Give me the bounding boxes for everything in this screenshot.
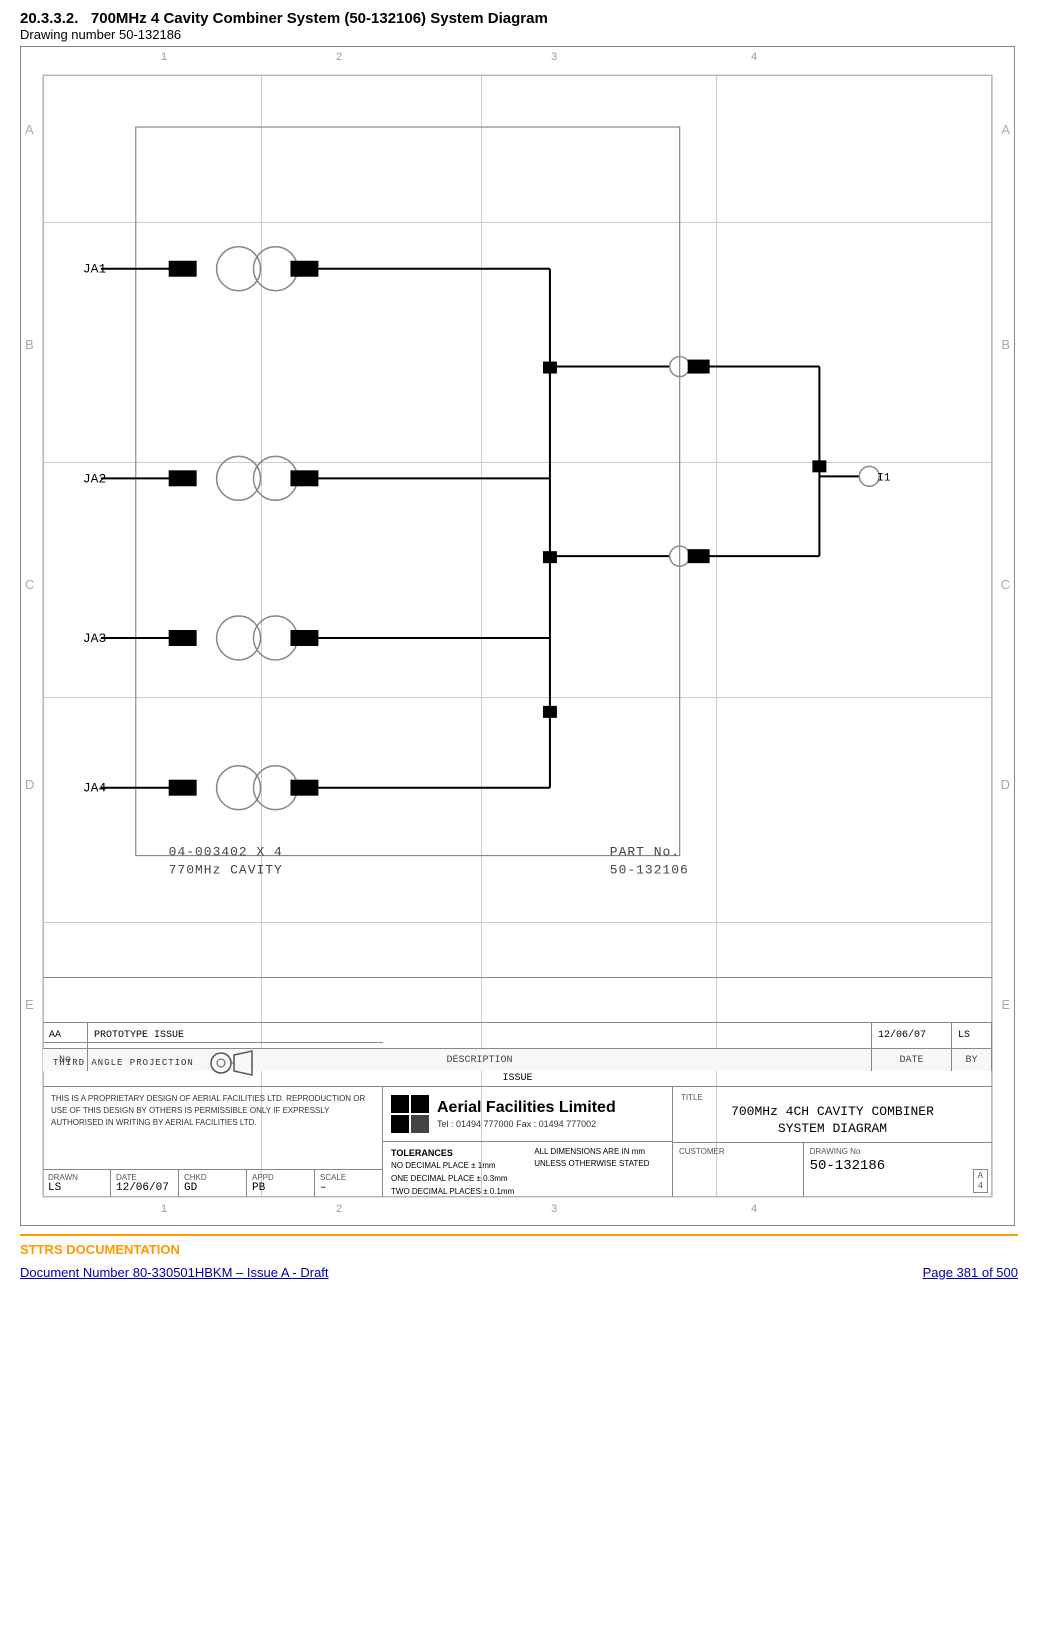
issue-date-cell: 12/06/07 [872, 1023, 952, 1048]
aerial-logo [391, 1095, 429, 1133]
drawing-no-cell: DRAWING No 50-132186 A 4 [804, 1143, 992, 1197]
tol3: TWO DECIMAL PLACES ± 0.1mm [391, 1186, 514, 1199]
date-value: 12/06/07 [116, 1182, 173, 1194]
title-block: AA PROTOTYPE ISSUE 12/06/07 LS No DESCRI… [43, 977, 992, 1197]
chkd-cell: CHKD GD [179, 1170, 247, 1197]
proprietary-text: THIS IS A PROPRIETARY DESIGN OF AERIAL F… [51, 1093, 374, 1129]
bottom-block: THIS IS A PROPRIETARY DESIGN OF AERIAL F… [43, 1087, 992, 1197]
section-number: 20.3.3.2. [20, 10, 78, 27]
dimensions-note: ALL DIMENSIONS ARE IN mm UNLESS OTHERWIS… [534, 1146, 654, 1199]
projection-text: THIRD ANGLE PROJECTION [53, 1058, 194, 1068]
document-number: Document Number 80-330501HBKM – Issue A … [20, 1265, 329, 1280]
drawn-row: DRAWN LS DATE 12/06/07 CHKD GD APPD [43, 1169, 383, 1197]
logo-square-black-2 [411, 1095, 429, 1113]
title-cell: TITLE 700MHz 4CH CAVITY COMBINER SYSTEM … [673, 1087, 992, 1143]
svg-text:04-003402 X 4: 04-003402 X 4 [169, 845, 283, 860]
issue-badge: A 4 [973, 1169, 988, 1193]
footer-bottom: Document Number 80-330501HBKM – Issue A … [20, 1265, 1018, 1280]
svg-text:50-132106: 50-132106 [610, 863, 689, 878]
appd-value: PB [252, 1182, 309, 1194]
chkd-value: GD [184, 1182, 241, 1194]
svg-text:JA2: JA2 [83, 471, 106, 486]
projection-block: THIRD ANGLE PROJECTION [43, 1042, 383, 1082]
svg-text:JA1: JA1 [83, 262, 107, 277]
title-label: TITLE [681, 1093, 984, 1102]
drawing-no-value: 50-132186 [810, 1158, 986, 1174]
svg-text:I1: I1 [877, 472, 891, 484]
appd-label: APPD [252, 1173, 309, 1182]
issue-header-date: DATE [872, 1049, 952, 1071]
aerial-text-block: Aerial Facilities Limited Tel : 01494 77… [437, 1099, 616, 1129]
appd-cell: APPD PB [247, 1170, 315, 1197]
scale-label: SCALE [320, 1173, 377, 1182]
customer-cell: CUSTOMER [673, 1143, 804, 1197]
aerial-logo-squares-bottom [391, 1115, 429, 1133]
svg-text:770MHz CAVITY: 770MHz CAVITY [169, 863, 283, 878]
svg-text:PART No.: PART No. [610, 845, 680, 860]
company-name: Aerial Facilities Limited [437, 1099, 616, 1117]
tolerances-title: TOLERANCES [391, 1146, 514, 1160]
drawing-no-label: DRAWING No [810, 1147, 986, 1156]
logo-square-black-1 [391, 1095, 409, 1113]
drawn-label: DRAWN [48, 1173, 105, 1182]
svg-text:JA4: JA4 [83, 781, 107, 796]
logo-square-black-3 [391, 1115, 409, 1133]
bottom-right-block: TITLE 700MHz 4CH CAVITY COMBINER SYSTEM … [672, 1087, 992, 1197]
scale-value: – [320, 1182, 377, 1194]
tol1: NO DECIMAL PLACE ± 1mm [391, 1160, 514, 1173]
logo-square-dark-4 [411, 1115, 429, 1133]
scale-cell: SCALE – [315, 1170, 383, 1197]
tolerances-block: TOLERANCES NO DECIMAL PLACE ± 1mm ONE DE… [383, 1142, 672, 1203]
aerial-block: Aerial Facilities Limited Tel : 01494 77… [383, 1087, 672, 1142]
title-line1: 700MHz 4CH CAVITY COMBINER [681, 1104, 984, 1119]
customer-label: CUSTOMER [679, 1147, 797, 1156]
drawing-area: 1 2 3 4 1 2 3 4 A B C D E A B C D E [20, 46, 1015, 1226]
tolerances-left: TOLERANCES NO DECIMAL PLACE ± 1mm ONE DE… [391, 1146, 514, 1199]
issue-badge-line2: 4 [978, 1181, 983, 1191]
page-container: 20.3.3.2. 700MHz 4 Cavity Combiner Syste… [0, 0, 1038, 1290]
sttrs-doc-label: STTRS DOCUMENTATION [20, 1242, 1018, 1257]
chkd-label: CHKD [184, 1173, 241, 1182]
title-line2: SYSTEM DIAGRAM [681, 1121, 984, 1136]
page-header: 20.3.3.2. 700MHz 4 Cavity Combiner Syste… [20, 10, 1018, 42]
issue-by-cell: LS [952, 1023, 992, 1048]
customer-drawing-row: CUSTOMER DRAWING No 50-132186 A 4 [673, 1143, 992, 1197]
section-heading: 700MHz 4 Cavity Combiner System (50-1321… [91, 10, 548, 27]
svg-text:JA3: JA3 [83, 631, 106, 646]
company-contact: Tel : 01494 777000 Fax : 01494 777002 [437, 1119, 616, 1129]
date-cell: DATE 12/06/07 [111, 1170, 179, 1197]
drawing-number: Drawing number 50-132186 [20, 27, 1018, 42]
drawn-cell: DRAWN LS [43, 1170, 111, 1197]
issue-header-by: BY [952, 1049, 992, 1071]
issue-badge-line1: A [978, 1171, 983, 1181]
page-footer: STTRS DOCUMENTATION Document Number 80-3… [20, 1234, 1018, 1280]
aerial-logo-squares-top [391, 1095, 429, 1113]
tol2: ONE DECIMAL PLACE ± 0.3mm [391, 1173, 514, 1186]
section-title: 20.3.3.2. 700MHz 4 Cavity Combiner Syste… [20, 10, 1018, 27]
page-number: Page 381 of 500 [923, 1265, 1018, 1280]
projection-symbol-svg [206, 1049, 256, 1077]
date-label: DATE [116, 1173, 173, 1182]
bottom-middle-block: Aerial Facilities Limited Tel : 01494 77… [383, 1087, 672, 1197]
drawn-value: LS [48, 1182, 105, 1194]
